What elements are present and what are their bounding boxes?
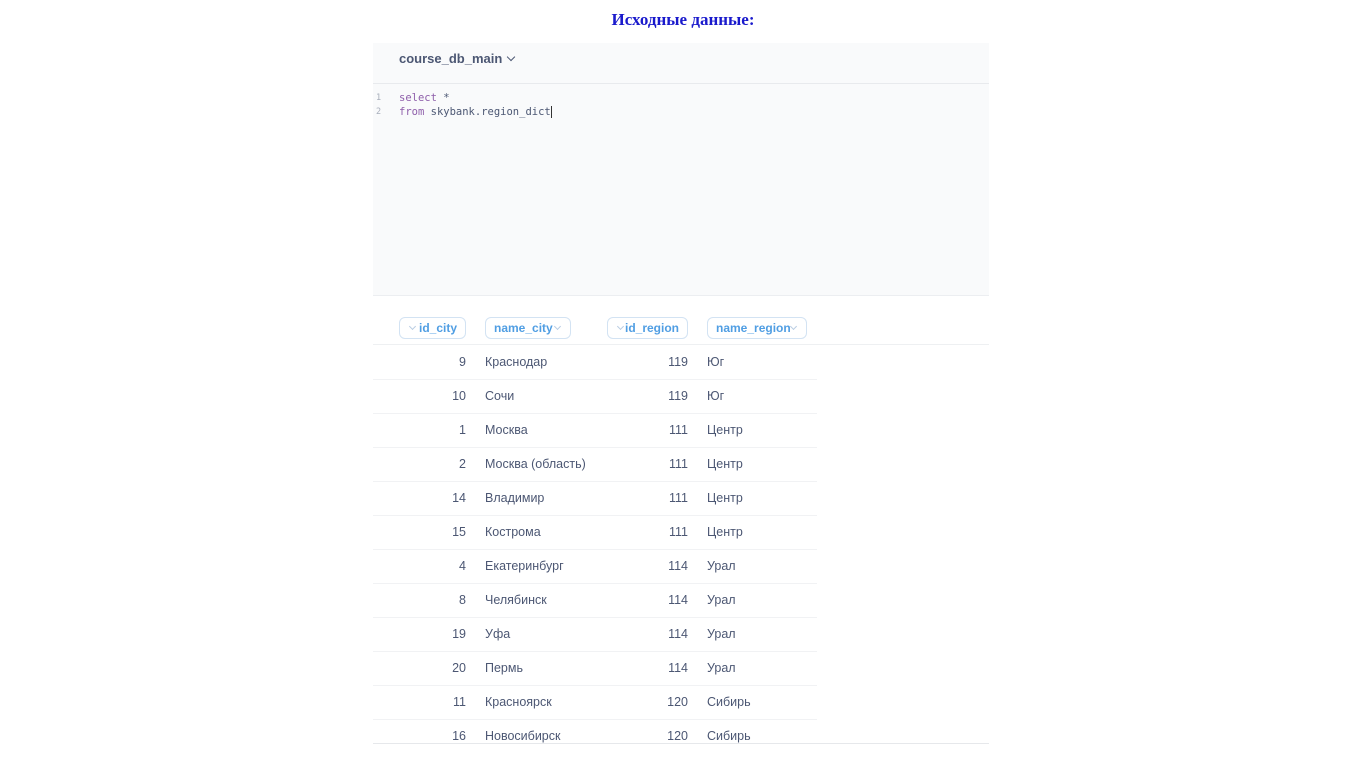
table-cell-id-region[interactable]: 119 bbox=[607, 389, 688, 403]
table-cell-name-city[interactable]: Красноярск bbox=[485, 695, 552, 709]
column-header-label: name_region bbox=[716, 321, 791, 335]
sql-editor-panel: course_db_main 1 select * 2 from skybank… bbox=[373, 43, 989, 296]
text-cursor bbox=[550, 105, 552, 118]
table-cell-id-city[interactable]: 4 bbox=[399, 559, 466, 573]
table-cell-name-city[interactable]: Пермь bbox=[485, 661, 523, 675]
table-cell-id-city[interactable]: 10 bbox=[399, 389, 466, 403]
code-text: select * bbox=[399, 92, 450, 106]
table-row[interactable]: 9 Краснодар 119 Юг bbox=[373, 345, 817, 380]
column-header-id-city[interactable]: id_city bbox=[399, 317, 466, 339]
table-cell-name-region[interactable]: Юг bbox=[707, 355, 724, 369]
database-bar: course_db_main bbox=[373, 43, 989, 84]
table-row[interactable]: 19 Уфа 114 Урал bbox=[373, 617, 817, 652]
table-cell-name-region[interactable]: Центр bbox=[707, 457, 743, 471]
table-header: id_city name_city id_region name_region bbox=[373, 310, 989, 345]
chevron-down-icon bbox=[553, 322, 562, 331]
table-row[interactable]: 2 Москва (область) 111 Центр bbox=[373, 447, 817, 482]
table-cell-id-region[interactable]: 111 bbox=[607, 423, 688, 437]
table-cell-id-city[interactable]: 16 bbox=[399, 729, 466, 743]
table-cell-name-city[interactable]: Москва (область) bbox=[485, 457, 586, 471]
table-row[interactable]: 8 Челябинск 114 Урал bbox=[373, 583, 817, 618]
table-row[interactable]: 16 Новосибирск 120 Сибирь bbox=[373, 719, 817, 743]
table-cell-name-region[interactable]: Центр bbox=[707, 525, 743, 539]
table-cell-name-city[interactable]: Москва bbox=[485, 423, 528, 437]
table-cell-id-region[interactable]: 114 bbox=[607, 661, 688, 675]
table-cell-name-region[interactable]: Центр bbox=[707, 491, 743, 505]
table-cell-id-city[interactable]: 11 bbox=[399, 695, 466, 709]
table-cell-id-region[interactable]: 114 bbox=[607, 593, 688, 607]
table-row[interactable]: 11 Красноярск 120 Сибирь bbox=[373, 685, 817, 720]
table-cell-id-region[interactable]: 114 bbox=[607, 627, 688, 641]
table-cell-id-city[interactable]: 2 bbox=[399, 457, 466, 471]
table-cell-name-region[interactable]: Сибирь bbox=[707, 695, 751, 709]
table-cell-id-city[interactable]: 19 bbox=[399, 627, 466, 641]
table-cell-id-city[interactable]: 8 bbox=[399, 593, 466, 607]
table-row[interactable]: 15 Кострома 111 Центр bbox=[373, 515, 817, 550]
table-cell-name-city[interactable]: Сочи bbox=[485, 389, 514, 403]
code-text: from skybank.region_dict bbox=[399, 105, 552, 120]
table-cell-name-region[interactable]: Урал bbox=[707, 559, 736, 573]
table-cell-name-city[interactable]: Екатеринбург bbox=[485, 559, 564, 573]
table-cell-name-city[interactable]: Уфа bbox=[485, 627, 510, 641]
table-cell-name-city[interactable]: Челябинск bbox=[485, 593, 547, 607]
table-cell-id-city[interactable]: 14 bbox=[399, 491, 466, 505]
column-header-label: id_region bbox=[624, 321, 679, 335]
database-selector[interactable]: course_db_main bbox=[399, 51, 516, 66]
table-cell-name-region[interactable]: Урал bbox=[707, 627, 736, 641]
column-header-label: id_city bbox=[418, 321, 457, 335]
table-row[interactable]: 4 Екатеринбург 114 Урал bbox=[373, 549, 817, 584]
table-row[interactable]: 14 Владимир 111 Центр bbox=[373, 481, 817, 516]
chevron-down-icon bbox=[408, 322, 417, 331]
table-cell-id-region[interactable]: 119 bbox=[607, 355, 688, 369]
table-cell-name-city[interactable]: Кострома bbox=[485, 525, 541, 539]
column-header-id-region[interactable]: id_region bbox=[607, 317, 688, 339]
database-name: course_db_main bbox=[399, 51, 503, 66]
table-cell-name-city[interactable]: Владимир bbox=[485, 491, 544, 505]
column-header-name-city[interactable]: name_city bbox=[485, 317, 571, 339]
table-cell-id-city[interactable]: 1 bbox=[399, 423, 466, 437]
table-row[interactable]: 10 Сочи 119 Юг bbox=[373, 379, 817, 414]
table-cell-id-region[interactable]: 120 bbox=[607, 729, 688, 743]
line-number: 2 bbox=[376, 106, 382, 117]
table-cell-id-region[interactable]: 111 bbox=[607, 525, 688, 539]
table-cell-id-city[interactable]: 15 bbox=[399, 525, 466, 539]
table-row[interactable]: 20 Пермь 114 Урал bbox=[373, 651, 817, 686]
line-number: 1 bbox=[376, 93, 382, 103]
table-cell-name-region[interactable]: Урал bbox=[707, 593, 736, 607]
chevron-down-icon bbox=[507, 52, 516, 62]
table-cell-id-region[interactable]: 111 bbox=[607, 491, 688, 505]
chevron-down-icon bbox=[789, 322, 798, 331]
table-cell-id-city[interactable]: 9 bbox=[399, 355, 466, 369]
table-cell-name-region[interactable]: Урал bbox=[707, 661, 736, 675]
table-cell-name-region[interactable]: Юг bbox=[707, 389, 724, 403]
table-cell-name-region[interactable]: Сибирь bbox=[707, 729, 751, 743]
sql-text: * bbox=[436, 92, 450, 104]
table-cell-name-city[interactable]: Краснодар bbox=[485, 355, 547, 369]
table-cell-name-city[interactable]: Новосибирск bbox=[485, 729, 560, 743]
column-header-name-region[interactable]: name_region bbox=[707, 317, 807, 339]
table-cell-id-region[interactable]: 120 bbox=[607, 695, 688, 709]
results-table: id_city name_city id_region name_region … bbox=[373, 310, 989, 744]
page-title: Исходные данные: bbox=[611, 10, 755, 29]
table-cell-id-region[interactable]: 111 bbox=[607, 457, 688, 471]
column-header-label: name_city bbox=[494, 321, 553, 335]
table-cell-id-city[interactable]: 20 bbox=[399, 661, 466, 675]
sql-text: skybank.region_dict bbox=[424, 105, 551, 118]
sql-keyword: select bbox=[399, 92, 437, 104]
table-cell-name-region[interactable]: Центр bbox=[707, 423, 743, 437]
table-row[interactable]: 1 Москва 111 Центр bbox=[373, 413, 817, 448]
sql-keyword: from bbox=[399, 105, 425, 118]
chevron-down-icon bbox=[616, 322, 625, 331]
table-cell-id-region[interactable]: 114 bbox=[607, 559, 688, 573]
